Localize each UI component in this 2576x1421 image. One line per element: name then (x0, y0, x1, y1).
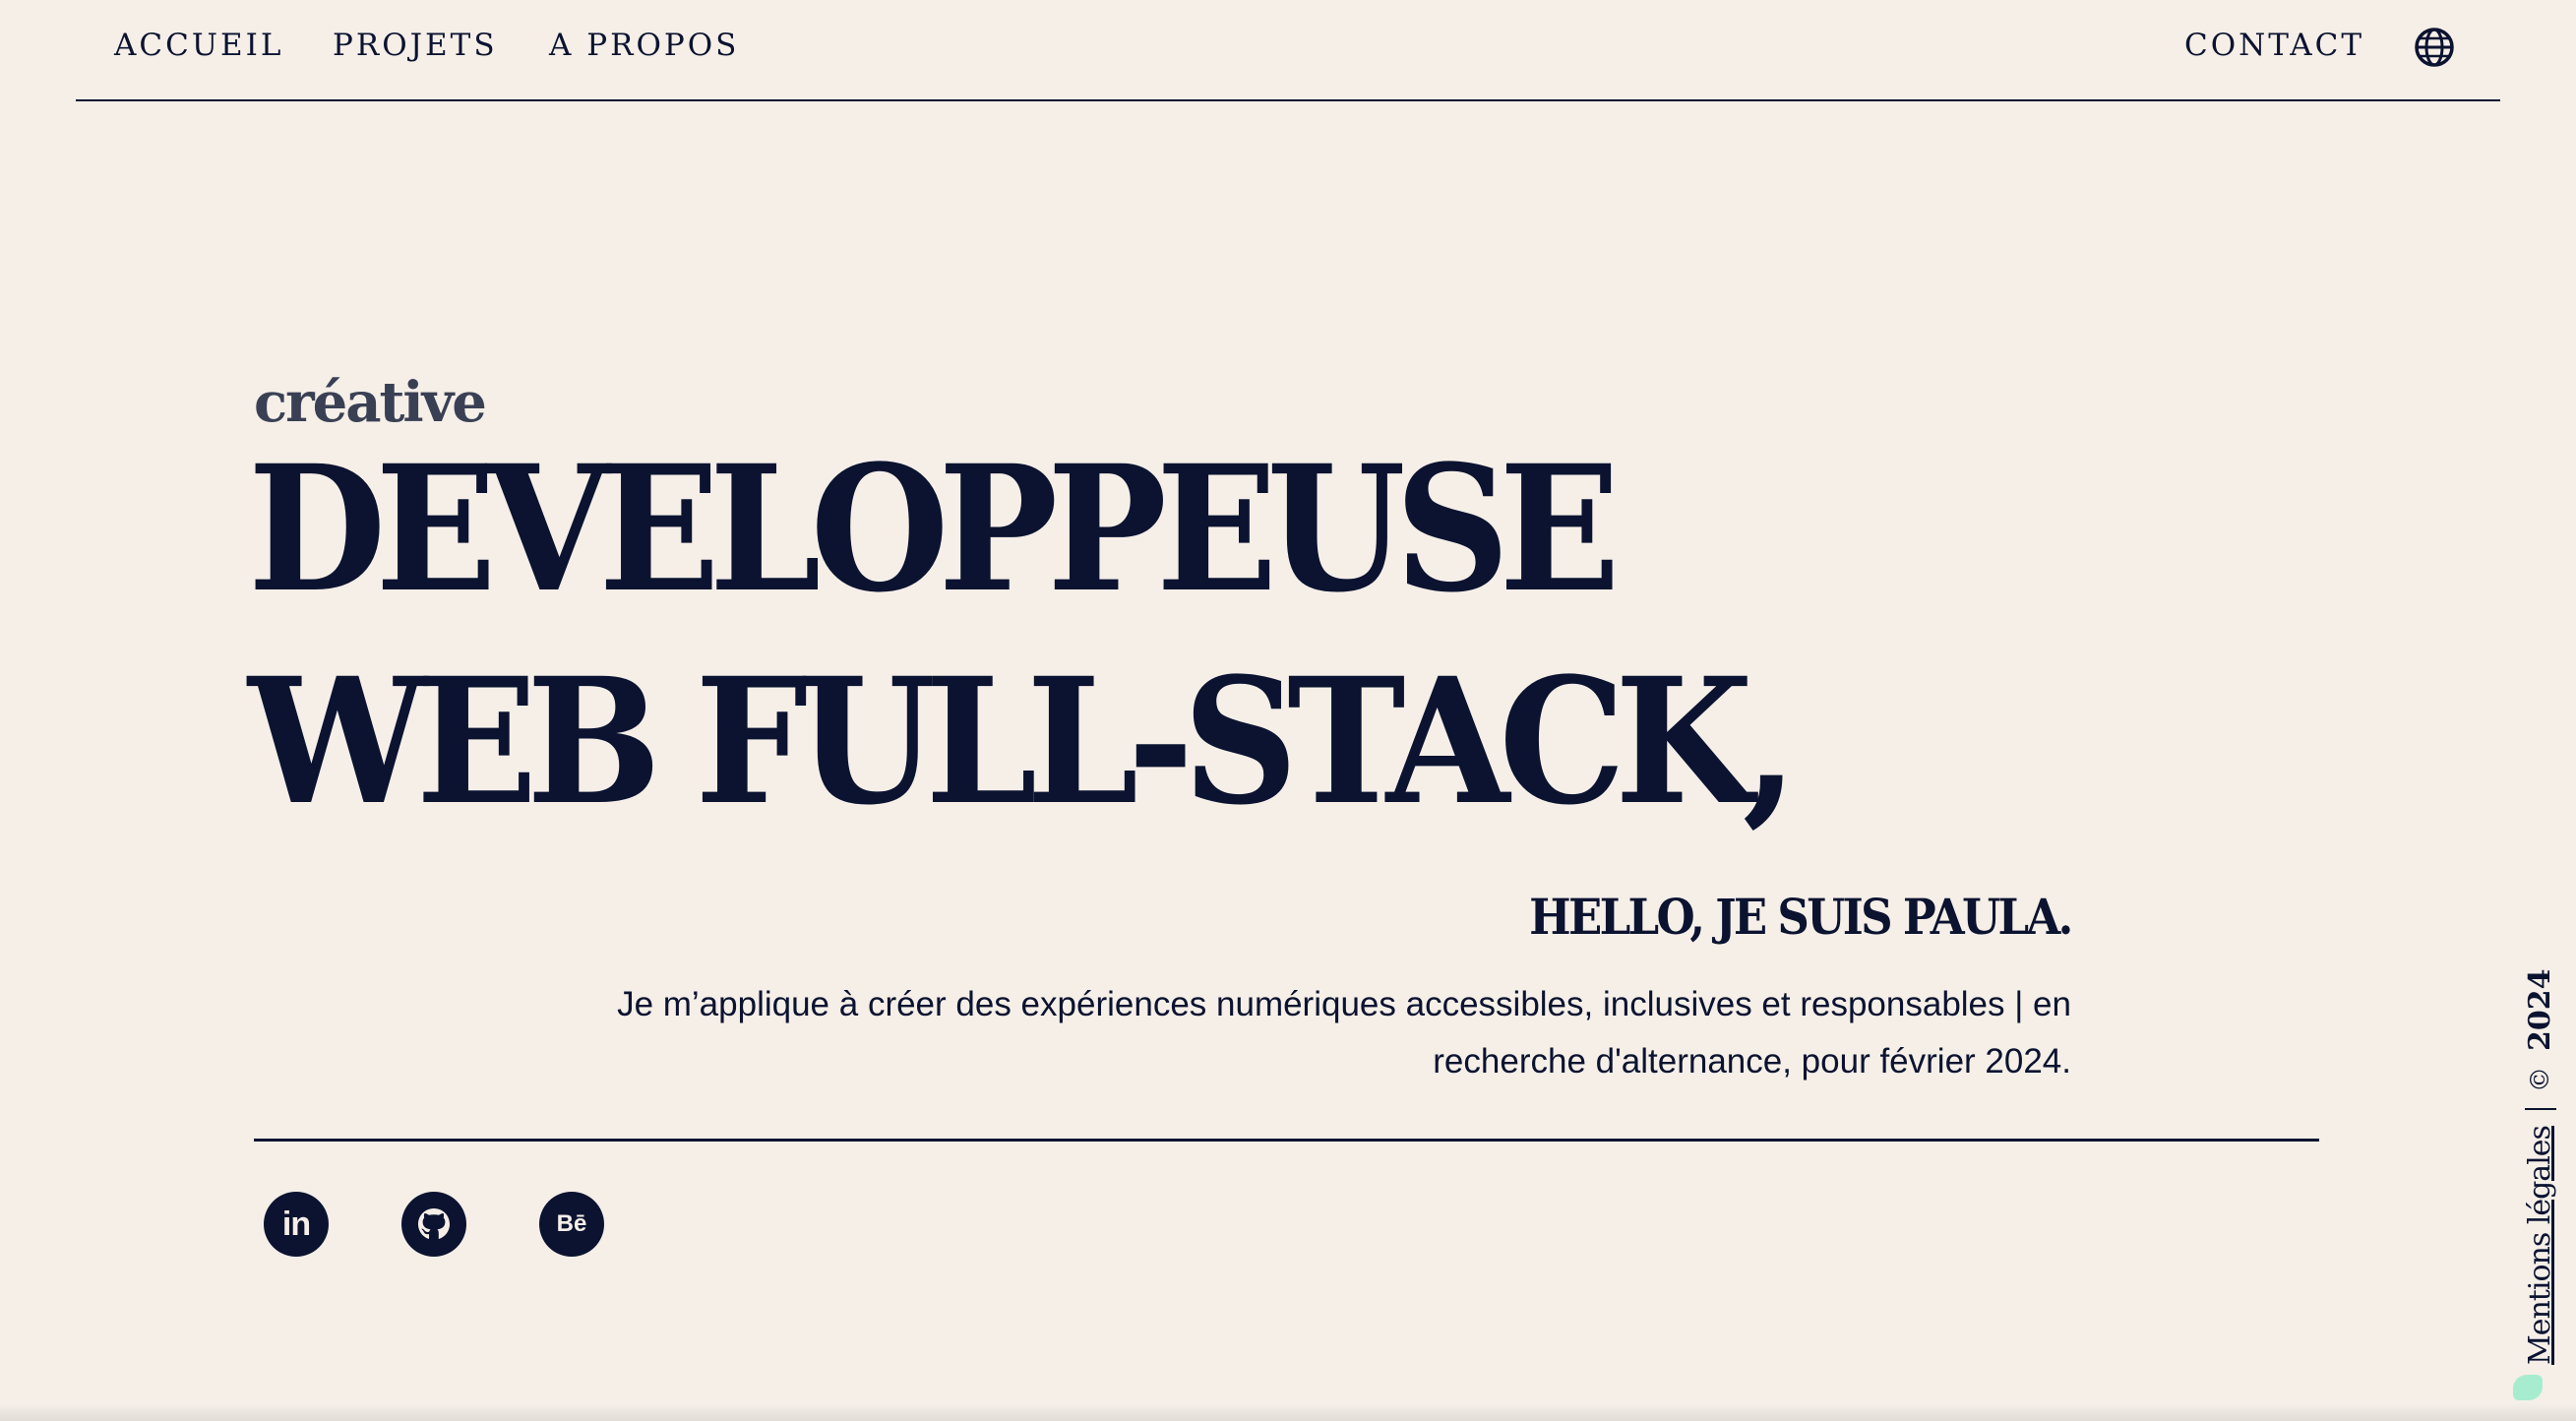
hero-headline-line-2: WEB FULL-STACK, (248, 640, 1798, 843)
hero-intro-text: Je m’applique à créer des expériences nu… (617, 985, 2071, 1081)
globe-icon-graphic (2415, 28, 2454, 67)
copyright-year: 2024 (2523, 968, 2557, 1052)
accent-shape (2513, 1375, 2543, 1400)
nav-home-link[interactable]: ACCUEIL (114, 26, 283, 65)
hero-greeting: HELLO, JE SUIS PAULA. (1529, 888, 2074, 946)
legal-notice-link[interactable]: Mentions légales (2521, 1126, 2560, 1365)
nav-projects-link[interactable]: PROJETS (333, 26, 498, 65)
main-navigation: ACCUEIL PROJETS A PROPOS CONTACT (76, 0, 2500, 101)
hero-divider (254, 1139, 2319, 1142)
nav-about-link[interactable]: A PROPOS (549, 26, 739, 65)
nav-contact-link[interactable]: CONTACT (2184, 26, 2364, 65)
hero-headline-line-1: DEVELOPPEUSE (248, 427, 1621, 631)
copyright-icon: © (2526, 1067, 2555, 1093)
linkedin-icon: in (281, 1205, 311, 1243)
github-icon (418, 1208, 450, 1239)
vertical-footer: Mentions légales © 2024 (2521, 969, 2560, 1365)
globe-icon[interactable] (2413, 26, 2456, 69)
bottom-shadow (0, 1403, 2576, 1421)
github-link[interactable] (401, 1192, 466, 1257)
behance-link[interactable]: Bē (539, 1192, 604, 1257)
linkedin-link[interactable]: in (264, 1192, 329, 1257)
footer-separator (2525, 1108, 2556, 1111)
behance-icon: Bē (556, 1210, 587, 1237)
